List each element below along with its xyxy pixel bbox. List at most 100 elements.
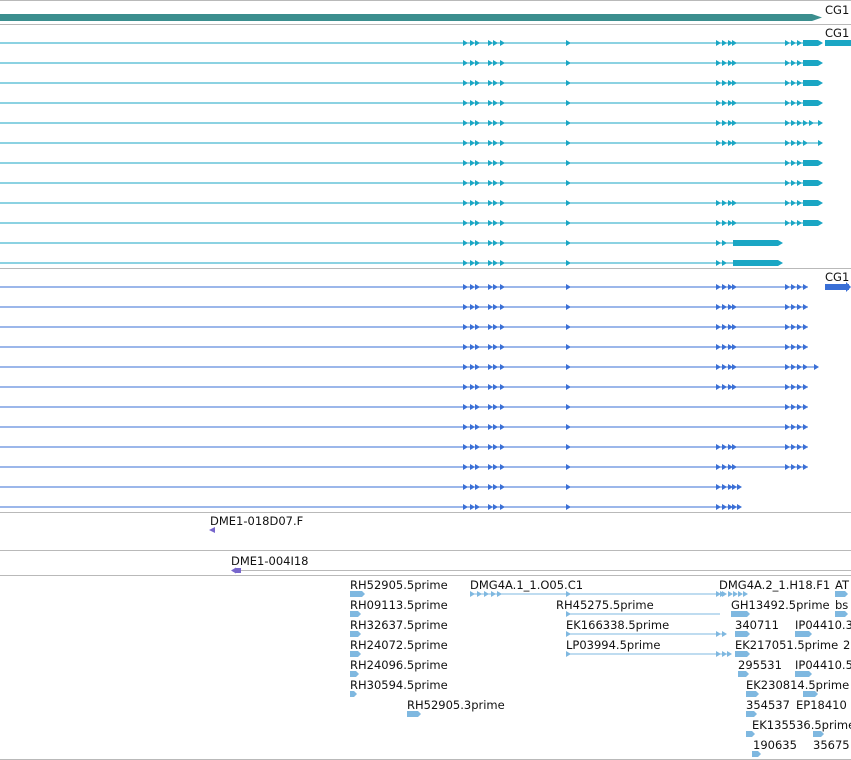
est-label[interactable]: bs <box>835 598 848 612</box>
est-label[interactable]: EK166338.5prime <box>566 618 669 632</box>
transcript-row[interactable] <box>0 260 783 266</box>
transcript-group-1[interactable] <box>0 24 851 268</box>
exon-arrow <box>722 484 727 490</box>
exon-arrow <box>722 384 727 390</box>
est-label[interactable]: RH52905.5prime <box>350 578 448 592</box>
est-label[interactable]: EP18410 <box>796 698 847 712</box>
transcript-row[interactable] <box>0 344 808 350</box>
est-label[interactable]: RH52905.3prime <box>407 698 505 712</box>
exon-arrow <box>803 384 808 390</box>
exon-arrow <box>732 504 737 510</box>
clone-track-2[interactable] <box>0 550 851 576</box>
exon-arrow <box>797 304 802 310</box>
est-label[interactable]: DMG4A.2_1.H18.F1 <box>719 578 830 592</box>
exon-arrow <box>732 344 737 350</box>
transcript-row[interactable] <box>0 180 823 186</box>
transcript-row[interactable] <box>0 140 823 146</box>
est-label[interactable]: EK230814.5prime <box>746 678 849 692</box>
est-label[interactable]: DMG4A.1_1.O05.C1 <box>470 578 583 592</box>
est-label[interactable]: IP04410.3 <box>795 618 851 632</box>
exon-arrow <box>716 444 721 450</box>
exon-arrow <box>797 160 802 166</box>
exon-arrow <box>463 60 468 66</box>
exon-arrow <box>716 464 721 470</box>
transcript-row[interactable] <box>0 120 823 126</box>
exon-arrow <box>791 220 796 226</box>
est-label[interactable]: EK217051.5prime <box>735 638 838 652</box>
exon-arrow <box>475 284 480 290</box>
transcript-row[interactable] <box>0 384 808 390</box>
est-label[interactable]: RH45275.5prime <box>556 598 654 612</box>
exon-arrow <box>500 80 505 86</box>
est-label[interactable]: IP04410.5 <box>795 658 851 672</box>
exon-arrow <box>463 504 468 510</box>
est-label[interactable]: 340711 <box>735 618 779 632</box>
transcript-row[interactable] <box>0 80 823 86</box>
coding-block <box>803 200 818 206</box>
exon-arrow <box>475 80 480 86</box>
est-label[interactable]: RH32637.5prime <box>350 618 448 632</box>
clone-feature[interactable] <box>231 567 236 574</box>
transcript-row[interactable] <box>0 324 808 330</box>
est-label[interactable]: RH09113.5prime <box>350 598 448 612</box>
est-label[interactable]: 354537 <box>746 698 790 712</box>
clone-track-1[interactable] <box>0 512 851 550</box>
est-label[interactable]: 35675 <box>813 738 850 752</box>
est-label[interactable]: 2 <box>843 638 850 652</box>
coding-block <box>803 40 818 46</box>
transcript-row[interactable] <box>0 160 823 166</box>
exon-arrow <box>716 284 721 290</box>
transcript-row[interactable] <box>0 424 808 430</box>
transcript-row[interactable] <box>0 484 742 490</box>
transcript-row[interactable] <box>0 220 823 226</box>
transcript-row[interactable] <box>0 100 823 106</box>
transcript-row[interactable] <box>0 364 819 370</box>
est-label[interactable]: 295531 <box>738 658 782 672</box>
transcript-row[interactable] <box>0 304 808 310</box>
est-label[interactable]: RH30594.5prime <box>350 678 448 692</box>
transcript-row[interactable] <box>0 504 742 510</box>
exon-arrow <box>791 324 796 330</box>
est-label[interactable]: RH24096.5prime <box>350 658 448 672</box>
exon-arrow <box>722 284 727 290</box>
exon-arrow <box>716 304 721 310</box>
clone-feature[interactable] <box>236 568 241 573</box>
exon-arrow <box>791 100 796 106</box>
exon-arrow <box>797 60 802 66</box>
exon-arrow <box>488 284 493 290</box>
exon-arrow <box>488 324 493 330</box>
transcript-row[interactable] <box>0 60 823 66</box>
transcript-row[interactable] <box>0 284 808 290</box>
est-label[interactable]: EK135536.5prime <box>752 718 851 732</box>
exon-arrow <box>722 100 727 106</box>
est-label[interactable]: RH24072.5prime <box>350 638 448 652</box>
transcript-group-2[interactable] <box>0 268 851 512</box>
exon-arrow <box>566 504 571 510</box>
exon-arrow <box>797 284 802 290</box>
exon-arrow <box>785 120 790 126</box>
transcript-row[interactable] <box>0 200 823 206</box>
est-label[interactable]: AT <box>835 578 849 592</box>
exon-arrow <box>493 484 498 490</box>
exon-arrow <box>470 120 475 126</box>
gene-body[interactable] <box>0 14 812 21</box>
transcript-row[interactable] <box>0 404 808 410</box>
est-label[interactable]: GH13492.5prime <box>731 598 830 612</box>
exon-arrow <box>475 120 480 126</box>
exon-arrow <box>803 464 808 470</box>
exon-arrow <box>797 324 802 330</box>
est-label[interactable]: LP03994.5prime <box>566 638 660 652</box>
gene-track[interactable] <box>0 0 851 24</box>
gene-label[interactable]: CG1 <box>825 3 849 17</box>
exon-arrow <box>722 200 727 206</box>
transcript-row[interactable] <box>0 240 783 246</box>
exon-arrow <box>803 404 808 410</box>
exon-arrow <box>488 504 493 510</box>
transcript-row[interactable] <box>0 464 808 470</box>
est-label[interactable]: 190635 <box>753 738 797 752</box>
exon-arrow <box>470 444 475 450</box>
transcript-row[interactable] <box>0 444 808 450</box>
transcript-row[interactable] <box>0 40 823 46</box>
exon-arrow <box>463 120 468 126</box>
clone-feature[interactable] <box>209 527 215 533</box>
